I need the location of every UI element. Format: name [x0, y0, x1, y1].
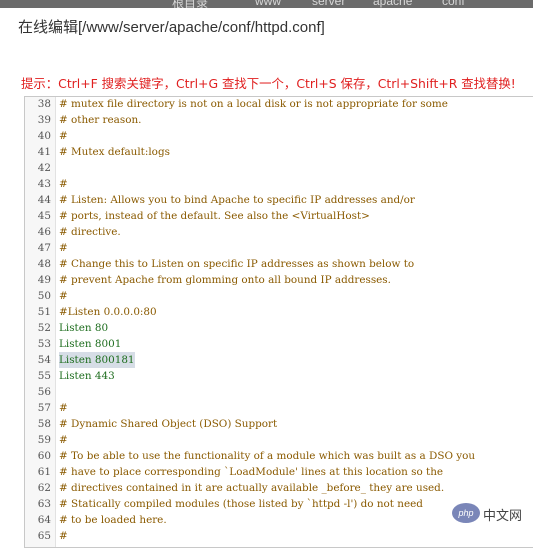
- code-line[interactable]: 45 # ports, instead of the default. See a…: [25, 208, 533, 224]
- line-text: #: [59, 434, 68, 446]
- line-number: 46: [37, 226, 51, 238]
- code-line[interactable]: 53 Listen 8001: [25, 336, 533, 352]
- line-text: # To be able to use the functionality of…: [59, 450, 476, 462]
- code-line[interactable]: 60 # To be able to use the functionality …: [25, 448, 533, 464]
- line-text: # other reason.: [59, 114, 142, 126]
- line-text: Listen 80: [59, 322, 109, 334]
- code-line[interactable]: 39 # other reason.: [25, 112, 533, 128]
- code-line[interactable]: 47 #: [25, 240, 533, 256]
- line-number: 50: [37, 290, 51, 302]
- line-text: #Listen 0.0.0.0:80: [59, 306, 157, 318]
- line-text: Listen 8001: [59, 338, 122, 350]
- line-number: 40: [37, 130, 51, 142]
- line-text: # to be loaded here.: [59, 514, 167, 526]
- line-text: #: [59, 242, 68, 254]
- breadcrumb-conf: conf: [442, 0, 465, 8]
- code-line[interactable]: 40 #: [25, 128, 533, 144]
- line-number: 61: [37, 466, 51, 478]
- line-text: # directives contained in it are actuall…: [59, 482, 445, 494]
- breadcrumb-root: 根目录: [172, 0, 209, 8]
- line-number: 47: [37, 242, 51, 254]
- watermark-site-text: 中文网: [483, 509, 523, 524]
- line-text: #: [59, 530, 68, 542]
- line-number: 57: [37, 402, 51, 414]
- line-text: Listen 443: [59, 370, 115, 382]
- shortcut-hint: 提示：Ctrl+F 搜索关键字，Ctrl+G 查找下一个，Ctrl+S 保存，C…: [21, 76, 516, 91]
- line-text: # Listen: Allows you to bind Apache to s…: [59, 194, 415, 206]
- breadcrumb-server: server: [312, 0, 346, 8]
- line-text: # mutex file directory is not on a local…: [59, 98, 448, 110]
- line-number: 41: [37, 146, 51, 158]
- code-line[interactable]: 43 #: [25, 176, 533, 192]
- line-text: # Change this to Listen on specific IP a…: [59, 258, 415, 270]
- code-line[interactable]: 49 # prevent Apache from glomming onto al…: [25, 272, 533, 288]
- line-number: 60: [37, 450, 51, 462]
- line-number: 45: [37, 210, 51, 222]
- line-number: 59: [37, 434, 51, 446]
- line-number: 43: [37, 178, 51, 190]
- code-line[interactable]: 44 # Listen: Allows you to bind Apache to…: [25, 192, 533, 208]
- line-text: #: [59, 290, 68, 302]
- line-number: 39: [37, 114, 51, 126]
- code-line[interactable]: 51 #Listen 0.0.0.0:80: [25, 304, 533, 320]
- line-number: 56: [37, 386, 51, 398]
- code-line[interactable]: 62 # directives contained in it are actua…: [25, 480, 533, 496]
- code-line[interactable]: 59 #: [25, 432, 533, 448]
- line-number: 48: [37, 258, 51, 270]
- line-text: #: [59, 130, 68, 142]
- line-text: # ports, instead of the default. See als…: [59, 210, 370, 222]
- line-number: 58: [37, 418, 51, 430]
- code-line[interactable]: 42: [25, 160, 533, 176]
- line-number: 53: [37, 338, 51, 350]
- line-text: # prevent Apache from glomming onto all …: [59, 274, 391, 286]
- line-number: 44: [37, 194, 51, 206]
- code-line[interactable]: 52 Listen 80: [25, 320, 533, 336]
- code-line[interactable]: 65 #: [25, 528, 533, 544]
- line-text: # Mutex default:logs: [59, 146, 170, 158]
- line-text: # Statically compiled modules (those lis…: [59, 498, 423, 510]
- line-number: 55: [37, 370, 51, 382]
- code-line[interactable]: 57 #: [25, 400, 533, 416]
- editor-lines[interactable]: 38 # mutex file directory is not on a loc…: [25, 97, 533, 544]
- watermark: php 中文网: [450, 499, 533, 529]
- breadcrumb-www: www: [255, 0, 281, 8]
- line-number: 51: [37, 306, 51, 318]
- code-line[interactable]: 38 # mutex file directory is not on a loc…: [25, 97, 533, 112]
- selected-line-text: Listen 800181: [59, 352, 135, 368]
- line-number: 49: [37, 274, 51, 286]
- line-text: # directive.: [59, 226, 121, 238]
- breadcrumb-apache: apache: [373, 0, 413, 8]
- line-text: # Dynamic Shared Object (DSO) Support: [59, 418, 278, 430]
- line-number: 54: [37, 354, 51, 366]
- line-number: 42: [37, 162, 51, 174]
- dialog-title: 在线编辑[/www/server/apache/conf/httpd.conf]: [18, 19, 325, 36]
- code-line[interactable]: 61 # have to place corresponding `LoadMod…: [25, 464, 533, 480]
- line-text: #: [59, 178, 68, 190]
- code-line[interactable]: 41 # Mutex default:logs: [25, 144, 533, 160]
- line-number: 65: [37, 530, 51, 542]
- line-number: 38: [37, 98, 51, 110]
- code-line[interactable]: 54 Listen 800181: [25, 352, 533, 368]
- code-line[interactable]: 48 # Change this to Listen on specific IP…: [25, 256, 533, 272]
- code-line[interactable]: 58 # Dynamic Shared Object (DSO) Support: [25, 416, 533, 432]
- background-breadcrumb-strip: 根目录 www server apache conf: [0, 0, 533, 8]
- line-number: 63: [37, 498, 51, 510]
- line-number: 62: [37, 482, 51, 494]
- line-number: 64: [37, 514, 51, 526]
- line-number: 52: [37, 322, 51, 334]
- line-text: # have to place corresponding `LoadModul…: [59, 466, 444, 478]
- code-line[interactable]: 56: [25, 384, 533, 400]
- line-text: #: [59, 402, 68, 414]
- code-line[interactable]: 50 #: [25, 288, 533, 304]
- php-logo-icon: php: [452, 503, 480, 523]
- code-line[interactable]: 55 Listen 443: [25, 368, 533, 384]
- code-line[interactable]: 46 # directive.: [25, 224, 533, 240]
- code-editor[interactable]: 38 # mutex file directory is not on a loc…: [24, 96, 533, 548]
